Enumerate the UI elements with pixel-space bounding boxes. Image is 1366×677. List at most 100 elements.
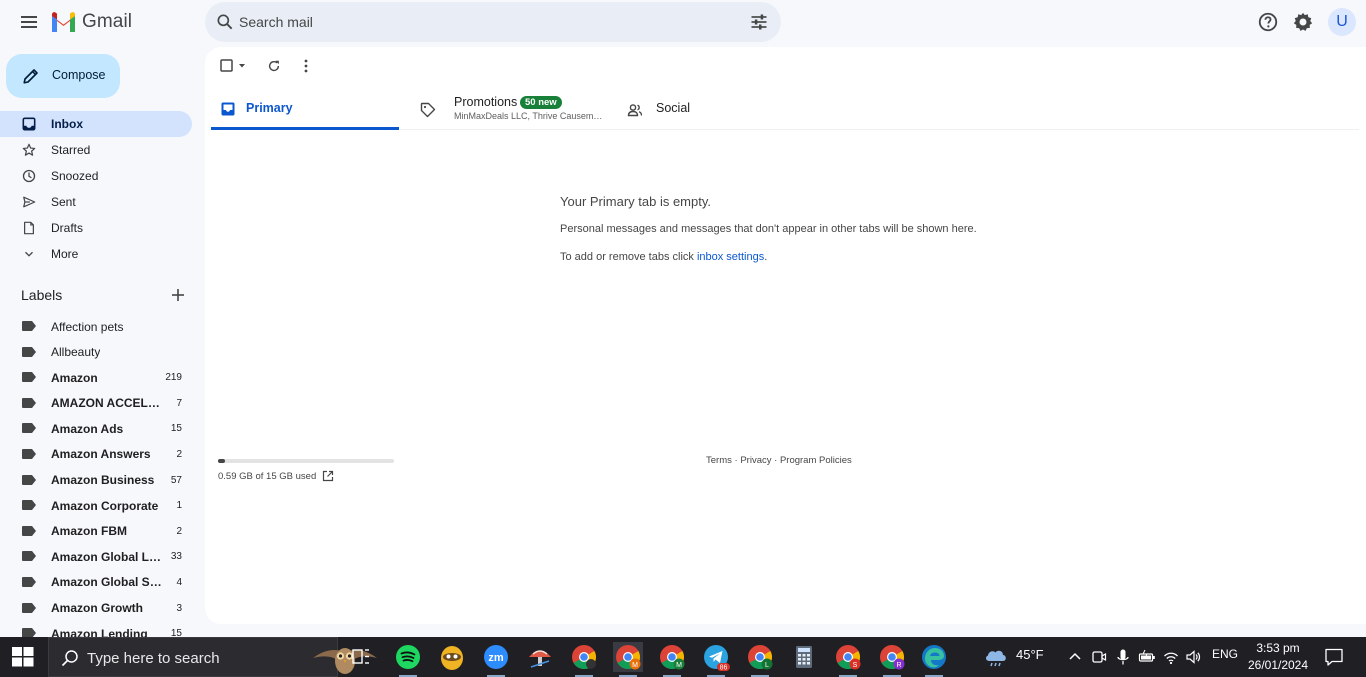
terms-link[interactable]: Terms [706, 455, 732, 466]
more-vertical-icon [304, 59, 308, 73]
refresh-icon [268, 60, 280, 72]
search-icon[interactable] [215, 12, 235, 32]
label-item[interactable]: Amazon Global Selling 4 [0, 569, 192, 595]
wifi-icon[interactable] [1163, 648, 1179, 666]
help-icon[interactable] [1257, 11, 1279, 33]
inbox-settings-link[interactable]: inbox settings [697, 251, 764, 263]
zoom-app-button[interactable]: zm [481, 642, 511, 677]
privacy-link[interactable]: Privacy [740, 455, 771, 466]
clock-date: 26/01/2024 [1247, 658, 1309, 672]
label-item[interactable]: Amazon Growth 3 [0, 595, 192, 621]
label-item[interactable]: AMAZON ACCELERATOR 7 [0, 390, 192, 416]
settings-gear-icon[interactable] [1292, 11, 1314, 33]
sidebar-item-drafts[interactable]: Drafts [0, 215, 192, 241]
edge-icon [922, 645, 946, 669]
zoom-icon: zm [484, 645, 508, 669]
profile-badge: S [853, 662, 858, 669]
spotify-app-button[interactable] [393, 642, 423, 677]
chrome-profile-m-button[interactable]: M [613, 642, 643, 677]
label-item[interactable]: Amazon Answers 2 [0, 441, 192, 467]
label-item[interactable]: Amazon Global Logistics 33 [0, 543, 192, 569]
plus-icon[interactable] [170, 287, 186, 303]
label-item[interactable]: Allbeauty [0, 339, 192, 365]
more-options-button[interactable] [301, 59, 311, 73]
speaker-volume-icon[interactable] [1185, 648, 1201, 666]
promotions-senders: MinMaxDeals LLC, Thrive Causemetics [454, 111, 604, 121]
telegram-icon: 86 [704, 645, 730, 672]
label-tag-icon [22, 397, 36, 408]
chrome-profile-s-button[interactable]: S [833, 642, 863, 677]
meet-now-icon[interactable] [1091, 648, 1107, 666]
program-policies-link[interactable]: Program Policies [780, 455, 852, 466]
label-count: 2 [176, 525, 182, 537]
label-tag-icon [22, 423, 36, 434]
microphone-icon[interactable] [1115, 648, 1131, 666]
label-item[interactable]: Amazon Corporate 1 [0, 492, 192, 518]
compose-button[interactable]: Compose [6, 54, 120, 98]
task-view-icon[interactable] [346, 642, 376, 672]
account-avatar[interactable]: U [1328, 8, 1356, 36]
label-item[interactable]: Affection pets [0, 313, 192, 339]
empty-state-description: Personal messages and messages that don'… [560, 223, 977, 235]
app-title: Gmail [82, 11, 133, 32]
chrome-profile-l-button[interactable]: L [745, 642, 775, 677]
label-tag-icon [22, 525, 36, 536]
mail-toolbar [205, 47, 505, 87]
refresh-button[interactable] [267, 59, 281, 73]
tab-label: Promotions [454, 95, 518, 109]
input-language-indicator[interactable]: ENG [1212, 647, 1238, 667]
telegram-app-button[interactable]: 86 [701, 642, 731, 677]
battery-icon[interactable] [1138, 648, 1156, 666]
select-checkbox[interactable] [220, 59, 248, 73]
send-icon [23, 196, 36, 208]
tab-social[interactable]: Social [621, 89, 771, 130]
label-tag-icon [22, 576, 36, 587]
labels-heading: Labels [21, 287, 63, 303]
main-menu-button[interactable] [17, 10, 41, 34]
chrome-icon: L [748, 645, 773, 670]
chrome-profile-r-button[interactable]: R [877, 642, 907, 677]
open-in-new-icon[interactable] [322, 470, 334, 482]
label-count: 3 [176, 602, 182, 614]
system-clock[interactable]: 3:53 pm 26/01/2024 [1245, 640, 1311, 674]
taskbar-search-input[interactable] [87, 647, 267, 669]
spotify-icon [396, 645, 420, 669]
star-icon [22, 143, 36, 156]
label-name: Amazon Growth [51, 601, 143, 616]
label-name: AMAZON ACCELERATOR [51, 396, 165, 411]
sidebar-item-more[interactable]: More [0, 241, 192, 267]
chrome-profile-m2-button[interactable]: M [657, 642, 687, 677]
label-item[interactable]: Amazon 219 [0, 364, 192, 390]
sidebar-item-inbox[interactable]: Inbox [0, 111, 192, 137]
search-options-icon[interactable] [749, 12, 769, 32]
label-name: Amazon Ads [51, 421, 124, 436]
notification-center-icon[interactable] [1324, 647, 1344, 667]
gmail-logo[interactable]: Gmail [50, 9, 132, 35]
sidebar-item-label: Sent [51, 195, 76, 209]
weather-cloud-rain-icon[interactable] [983, 645, 1009, 669]
sidebar-item-starred[interactable]: Starred [0, 137, 192, 163]
tab-promotions[interactable]: Promotions 50 new MinMaxDeals LLC, Thriv… [415, 89, 605, 130]
calculator-app-button[interactable] [789, 642, 819, 672]
label-name: Amazon FBM [51, 524, 127, 539]
tab-primary[interactable]: Primary [211, 89, 399, 130]
snipping-tool-app-button[interactable] [525, 642, 555, 672]
label-tag-icon [22, 602, 36, 613]
sidebar-item-sent[interactable]: Sent [0, 189, 192, 215]
label-item[interactable]: Amazon FBM 2 [0, 518, 192, 544]
search-input[interactable] [239, 7, 739, 37]
storage-usage-text: 0.59 GB of 15 GB used [218, 471, 317, 482]
sidebar-item-snoozed[interactable]: Snoozed [0, 163, 192, 189]
tab-label: Social [656, 101, 691, 115]
settings-hint-suffix: . [764, 251, 768, 263]
chrome-profile-1-button[interactable] [569, 642, 599, 677]
edge-app-button[interactable] [919, 642, 949, 677]
taskbar-search-box[interactable] [48, 637, 377, 677]
weather-temperature[interactable]: 45°F [1016, 647, 1044, 667]
duck-app-button[interactable] [437, 642, 467, 672]
label-item[interactable]: Amazon Business 57 [0, 467, 192, 493]
windows-start-icon[interactable] [12, 647, 34, 667]
label-item[interactable]: Amazon Ads 15 [0, 415, 192, 441]
chevron-up-icon[interactable] [1067, 648, 1083, 666]
chrome-icon: S [836, 645, 861, 670]
